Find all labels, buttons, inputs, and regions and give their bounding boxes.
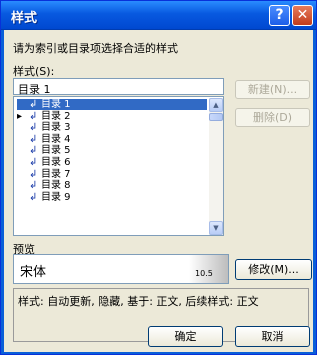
- paragraph-style-icon: ↲: [29, 191, 38, 203]
- preview-font-size: 10.5: [195, 269, 213, 278]
- dialog-body: 请为索引或目录项选择合适的样式 样式(S): 目录 1 ↲ 目录 1 ▸ ↲ 目录 2 ↲…: [4, 30, 313, 352]
- list-item[interactable]: ▸ ↲ 目录 2: [17, 111, 207, 122]
- list-item[interactable]: ↲ 目录 7: [17, 169, 207, 180]
- title-bar[interactable]: 样式 ? ✕: [1, 1, 316, 30]
- cancel-button[interactable]: 取消: [235, 326, 310, 347]
- list-item-label: 目录 1: [41, 99, 71, 110]
- paragraph-style-icon: ↲: [29, 110, 38, 122]
- ok-button[interactable]: 确定: [148, 326, 223, 347]
- scroll-up-icon[interactable]: ▲: [209, 98, 223, 112]
- preview-box: 宋体 10.5: [13, 254, 229, 284]
- paragraph-style-icon: ↲: [29, 145, 38, 157]
- preview-font-name: 宋体: [20, 265, 47, 280]
- prompt-text: 请为索引或目录项选择合适的样式: [13, 42, 178, 55]
- styles-list-scrollbar[interactable]: ▲ ▼: [209, 98, 223, 235]
- style-description-text: 样式: 自动更新, 隐藏, 基于: 正文, 后续样式: 正文: [18, 295, 259, 308]
- preview-size-panel: 10.5: [189, 255, 228, 283]
- list-item-label: 目录 4: [41, 133, 71, 145]
- new-style-button[interactable]: 新建(N)...: [235, 80, 310, 99]
- modify-button[interactable]: 修改(M)...: [235, 259, 312, 280]
- delete-style-button[interactable]: 删除(D): [235, 108, 310, 127]
- list-item[interactable]: ↲ 目录 9: [17, 192, 207, 203]
- paragraph-style-icon: ↲: [29, 99, 38, 110]
- list-item-label: 目录 3: [41, 122, 71, 134]
- style-name-value: 目录 1: [18, 83, 51, 96]
- list-item[interactable]: ↲ 目录 8: [17, 180, 207, 191]
- style-name-field[interactable]: 目录 1: [13, 78, 224, 96]
- paragraph-style-icon: ↲: [29, 122, 38, 134]
- list-item-label: 目录 5: [41, 145, 71, 157]
- scroll-thumb[interactable]: [209, 113, 223, 121]
- paragraph-style-icon: ↲: [29, 157, 38, 168]
- dialog-title: 样式: [11, 11, 38, 26]
- paragraph-style-icon: ↲: [29, 133, 38, 145]
- paragraph-style-icon: ↲: [29, 168, 38, 180]
- close-button[interactable]: ✕: [292, 5, 313, 26]
- list-item-label: 目录 7: [41, 168, 71, 180]
- list-item[interactable]: ↲ 目录 5: [17, 145, 207, 156]
- styles-label: 样式(S):: [13, 65, 55, 78]
- list-item[interactable]: ↲ 目录 1: [17, 99, 207, 110]
- list-item[interactable]: ↲ 目录 6: [17, 157, 207, 168]
- list-item-label: 目录 8: [41, 180, 71, 192]
- list-item-label: 目录 2: [41, 110, 71, 122]
- styles-list[interactable]: ↲ 目录 1 ▸ ↲ 目录 2 ↲ 目录 3 ↲ 目录 4 ↲ 目录 5 ↲ 目录 6 ↲ 目录 7 ↲ 目录 …: [13, 96, 224, 236]
- list-item[interactable]: ↲ 目录 4: [17, 134, 207, 145]
- list-item-label: 目录 6: [41, 157, 71, 168]
- scroll-down-icon[interactable]: ▼: [209, 221, 223, 235]
- paragraph-style-icon: ↲: [29, 180, 38, 192]
- list-item-label: 目录 9: [41, 191, 71, 203]
- styles-dialog: 样式 ? ✕ 请为索引或目录项选择合适的样式 样式(S): 目录 1 ↲ 目录 1…: [0, 0, 317, 355]
- pointer-icon: ▸: [17, 110, 23, 122]
- list-item[interactable]: ↲ 目录 3: [17, 122, 207, 133]
- help-button[interactable]: ?: [269, 5, 290, 26]
